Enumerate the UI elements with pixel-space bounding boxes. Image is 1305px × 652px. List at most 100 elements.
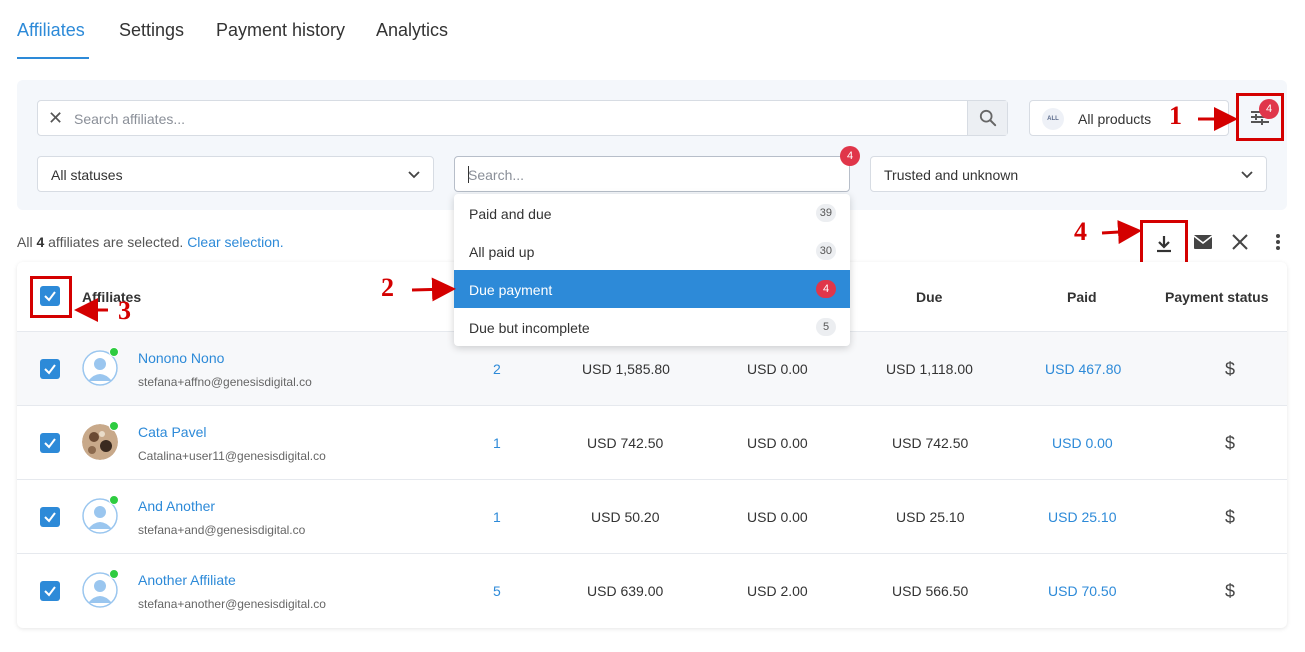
tab-payment-history[interactable]: Payment history [216, 20, 345, 41]
trust-select[interactable]: Trusted and unknown [870, 156, 1267, 192]
download-icon [1157, 236, 1171, 253]
search-icon [979, 109, 996, 127]
due-amount: USD 566.50 [892, 583, 969, 599]
selection-summary: All 4 affiliates are selected. Clear sel… [17, 234, 284, 250]
annotation-number: 2 [381, 273, 394, 302]
amount-cell: USD 639.00 [587, 583, 664, 599]
due-amount: USD 1,118.00 [886, 361, 973, 377]
tab-affiliates[interactable]: Affiliates [17, 20, 85, 41]
affiliate-search-field[interactable]: ✕ Search affiliates... [37, 100, 1008, 136]
row-checkbox[interactable] [40, 433, 60, 453]
sales-count-link[interactable]: 5 [493, 583, 501, 599]
payment-search-placeholder: Search... [468, 167, 525, 183]
clear-selection-link[interactable]: Clear selection. [187, 234, 284, 250]
paid-amount-link[interactable]: USD 25.10 [1048, 509, 1116, 525]
dropdown-option-all-paid-up[interactable]: All paid up 30 [454, 232, 850, 270]
online-status-dot [109, 421, 119, 431]
status-select[interactable]: All statuses [37, 156, 434, 192]
header-due: Due [916, 289, 943, 305]
table-row[interactable]: Cata Pavel Catalina+user11@genesisdigita… [17, 405, 1287, 479]
check-icon [44, 586, 56, 597]
affiliate-name-link[interactable]: Cata Pavel [138, 424, 206, 440]
download-button[interactable] [1140, 220, 1188, 268]
dropdown-option-due-payment[interactable]: Due payment 4 [454, 270, 850, 308]
affiliate-email: stefana+and@genesisdigital.co [138, 523, 306, 537]
amount-cell: USD 742.50 [587, 435, 664, 451]
sales-count-link[interactable]: 2 [493, 361, 501, 377]
option-label: Due payment [469, 282, 553, 298]
online-status-dot [109, 569, 119, 579]
filter-toggle-button[interactable]: 4 [1236, 93, 1284, 141]
dropdown-option-due-but-incomplete[interactable]: Due but incomplete 5 [454, 308, 850, 346]
chevron-down-icon [408, 171, 420, 179]
paid-amount-link[interactable]: USD 0.00 [1052, 435, 1113, 451]
affiliate-email: stefana+affno@genesisdigital.co [138, 375, 312, 389]
affiliate-name-link[interactable]: Nonono Nono [138, 350, 224, 366]
product-selector[interactable]: ALL All products [1029, 100, 1229, 136]
clear-icon[interactable]: ✕ [48, 108, 63, 129]
annotation-number: 4 [1074, 217, 1087, 246]
email-button[interactable] [1190, 229, 1216, 255]
online-status-dot [109, 347, 119, 357]
more-options-button[interactable] [1265, 229, 1291, 255]
filter-count-badge: 4 [1259, 99, 1279, 119]
close-selection-button[interactable] [1227, 229, 1253, 255]
dollar-icon[interactable]: $ [1225, 581, 1235, 602]
paid-amount-link[interactable]: USD 467.80 [1045, 361, 1121, 377]
sales-count-link[interactable]: 1 [493, 435, 501, 451]
tab-analytics[interactable]: Analytics [376, 20, 448, 41]
online-status-dot [109, 495, 119, 505]
paid-amount-link[interactable]: USD 70.50 [1048, 583, 1116, 599]
option-count-badge: 5 [816, 318, 836, 336]
affiliate-name-link[interactable]: Another Affiliate [138, 572, 236, 588]
check-icon [44, 364, 56, 375]
product-selector-label: All products [1078, 111, 1152, 127]
check-icon [44, 438, 56, 449]
amount-cell: USD 2.00 [747, 583, 808, 599]
option-label: Paid and due [469, 206, 552, 222]
table-row[interactable]: And Another stefana+and@genesisdigital.c… [17, 479, 1287, 553]
table-row[interactable]: Another Affiliate stefana+another@genesi… [17, 553, 1287, 627]
affiliate-name-link[interactable]: And Another [138, 498, 215, 514]
annotation-arrow [1101, 220, 1142, 245]
payment-filter-badge: 4 [840, 146, 860, 166]
amount-cell: USD 50.20 [591, 509, 660, 525]
option-count-badge: 4 [816, 280, 836, 298]
chevron-down-icon [1241, 171, 1253, 179]
status-select-value: All statuses [51, 167, 123, 183]
search-placeholder: Search affiliates... [74, 111, 186, 127]
search-button[interactable] [967, 101, 1007, 135]
header-affiliates: Affiliates [82, 289, 142, 305]
dollar-icon[interactable]: $ [1225, 507, 1235, 528]
option-label: Due but incomplete [469, 320, 590, 336]
option-count-badge: 39 [815, 204, 836, 222]
header-paid: Paid [1067, 289, 1097, 305]
row-checkbox[interactable] [40, 359, 60, 379]
row-checkbox[interactable] [40, 581, 60, 601]
tab-settings[interactable]: Settings [119, 20, 184, 41]
payment-status-dropdown: Paid and due 39 All paid up 30 Due payme… [454, 194, 850, 346]
envelope-icon [1193, 235, 1213, 249]
trust-select-value: Trusted and unknown [884, 167, 1019, 183]
dollar-icon[interactable]: $ [1225, 433, 1235, 454]
dollar-icon[interactable]: $ [1225, 359, 1235, 380]
header-payment-status: Payment status [1165, 289, 1269, 305]
option-count-badge: 30 [815, 242, 836, 260]
option-label: All paid up [469, 244, 535, 260]
row-checkbox[interactable] [40, 507, 60, 527]
annotation-number: 3 [118, 296, 131, 325]
all-products-chip: ALL [1042, 108, 1064, 130]
dropdown-option-paid-and-due[interactable]: Paid and due 39 [454, 194, 850, 232]
amount-cell: USD 0.00 [747, 361, 808, 377]
amount-cell: USD 1,585.80 [582, 361, 670, 377]
annotation-number: 1 [1169, 101, 1182, 130]
annotation-box-select-all [30, 276, 72, 318]
check-icon [44, 512, 56, 523]
payment-status-search[interactable]: Search... [454, 156, 850, 192]
sales-count-link[interactable]: 1 [493, 509, 501, 525]
active-tab-indicator [17, 57, 89, 59]
amount-cell: USD 0.00 [747, 509, 808, 525]
affiliate-email: stefana+another@genesisdigital.co [138, 597, 326, 611]
amount-cell: USD 0.00 [747, 435, 808, 451]
due-amount: USD 742.50 [892, 435, 969, 451]
